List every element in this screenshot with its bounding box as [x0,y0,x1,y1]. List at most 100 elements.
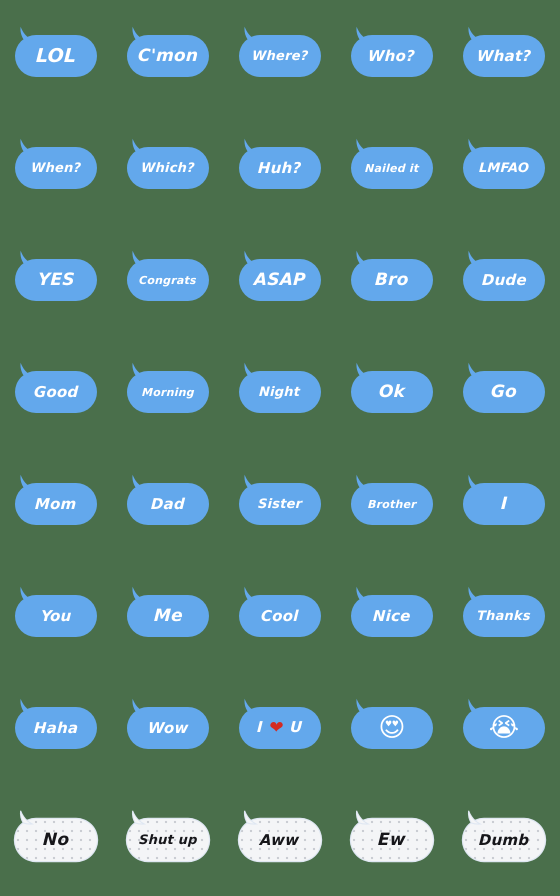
speech-bubble-dude[interactable]: Dude [463,250,545,301]
sticker-cell-aww[interactable]: Aww [224,784,336,896]
speech-bubble-lmfao[interactable]: LMFAO [463,138,545,189]
speech-bubble-ok[interactable]: Ok [351,362,433,413]
speech-bubble-dumb[interactable]: Dumb [463,810,545,861]
speech-bubble-congrats[interactable]: Congrats [127,250,209,301]
speech-bubble-huh[interactable]: Huh? [239,138,321,189]
sticker-cell-me[interactable]: Me [112,560,224,672]
sticker-cell-who[interactable]: Who? [336,0,448,112]
speech-bubble-tail-icon [243,362,259,380]
sticker-cell-ok[interactable]: Ok [336,336,448,448]
speech-bubble-tail-icon [467,698,483,716]
speech-bubble-brother[interactable]: Brother [351,474,433,525]
sticker-cell-loudly-crying-emoji[interactable]: 😭 [448,672,560,784]
speech-bubble-wow[interactable]: Wow [127,698,209,749]
sticker-cell-heart-eyes-emoji[interactable]: 😍 [336,672,448,784]
sticker-cell-i[interactable]: I [448,448,560,560]
speech-bubble-tail-icon [467,474,483,492]
sticker-cell-i-love-u[interactable]: I ❤ U [224,672,336,784]
sticker-label-ew: Ew [377,829,407,850]
sticker-cell-huh[interactable]: Huh? [224,112,336,224]
speech-bubble-lol[interactable]: LOL [15,26,97,77]
sticker-label-congrats: Congrats [138,273,198,287]
sticker-cell-night[interactable]: Night [224,336,336,448]
sticker-cell-asap[interactable]: ASAP [224,224,336,336]
speech-bubble-cool[interactable]: Cool [239,586,321,637]
sticker-cell-lmfao[interactable]: LMFAO [448,112,560,224]
sticker-cell-dad[interactable]: Dad [112,448,224,560]
speech-bubble-shut-up[interactable]: Shut up [127,810,209,861]
sticker-cell-no[interactable]: No [0,784,112,896]
speech-bubble-heart-eyes-emoji[interactable]: 😍 [351,698,433,749]
sticker-label-lol: LOL [35,44,77,67]
speech-bubble-no[interactable]: No [15,810,97,861]
sticker-label-you: You [40,606,72,625]
sticker-cell-yes[interactable]: YES [0,224,112,336]
sticker-cell-bro[interactable]: Bro [336,224,448,336]
speech-bubble-what[interactable]: What? [463,26,545,77]
speech-bubble-i[interactable]: I [463,474,545,525]
sticker-cell-brother[interactable]: Brother [336,448,448,560]
sticker-cell-ew[interactable]: Ew [336,784,448,896]
sticker-cell-you[interactable]: You [0,560,112,672]
sticker-cell-when[interactable]: When? [0,112,112,224]
speech-bubble-cmon[interactable]: C'mon [127,26,209,77]
sticker-cell-dude[interactable]: Dude [448,224,560,336]
speech-bubble-tail-icon [131,698,147,716]
speech-bubble-when[interactable]: When? [15,138,97,189]
speech-bubble-bro[interactable]: Bro [351,250,433,301]
speech-bubble-dad[interactable]: Dad [127,474,209,525]
speech-bubble-nice[interactable]: Nice [351,586,433,637]
speech-bubble-which[interactable]: Which? [127,138,209,189]
speech-bubble-mom[interactable]: Mom [15,474,97,525]
sticker-cell-haha[interactable]: Haha [0,672,112,784]
sticker-cell-go[interactable]: Go [448,336,560,448]
speech-bubble-me[interactable]: Me [127,586,209,637]
speech-bubble-loudly-crying-emoji[interactable]: 😭 [463,698,545,749]
sticker-cell-nice[interactable]: Nice [336,560,448,672]
sticker-cell-which[interactable]: Which? [112,112,224,224]
speech-bubble-haha[interactable]: Haha [15,698,97,749]
speech-bubble-you[interactable]: You [15,586,97,637]
speech-bubble-aww[interactable]: Aww [239,810,321,861]
sticker-cell-nailed-it[interactable]: Nailed it [336,112,448,224]
sticker-cell-cool[interactable]: Cool [224,560,336,672]
sticker-cell-dumb[interactable]: Dumb [448,784,560,896]
speech-bubble-ew[interactable]: Ew [351,810,433,861]
sticker-cell-cmon[interactable]: C'mon [112,0,224,112]
sticker-label-haha: Haha [33,718,79,737]
speech-bubble-morning[interactable]: Morning [127,362,209,413]
sticker-cell-where[interactable]: Where? [224,0,336,112]
sticker-cell-congrats[interactable]: Congrats [112,224,224,336]
sticker-cell-lol[interactable]: LOL [0,0,112,112]
sticker-label-bro: Bro [374,269,410,290]
speech-bubble-where[interactable]: Where? [239,26,321,77]
sticker-cell-mom[interactable]: Mom [0,448,112,560]
sticker-label-aww: Aww [259,830,301,849]
speech-bubble-tail-icon [467,362,483,380]
sticker-cell-shut-up[interactable]: Shut up [112,784,224,896]
speech-bubble-night[interactable]: Night [239,362,321,413]
speech-bubble-tail-icon [243,698,259,716]
speech-bubble-good[interactable]: Good [15,362,97,413]
sticker-label-asap: ASAP [253,269,307,290]
sticker-cell-good[interactable]: Good [0,336,112,448]
speech-bubble-tail-icon [19,26,35,44]
speech-bubble-tail-icon [243,250,259,268]
speech-bubble-nailed-it[interactable]: Nailed it [351,138,433,189]
speech-bubble-thanks[interactable]: Thanks [463,586,545,637]
sticker-cell-sister[interactable]: Sister [224,448,336,560]
speech-bubble-tail-icon [19,586,35,604]
speech-bubble-go[interactable]: Go [463,362,545,413]
sticker-cell-what[interactable]: What? [448,0,560,112]
sticker-cell-morning[interactable]: Morning [112,336,224,448]
speech-bubble-sister[interactable]: Sister [239,474,321,525]
speech-bubble-tail-icon [355,250,371,268]
speech-bubble-who[interactable]: Who? [351,26,433,77]
speech-bubble-i-love-u[interactable]: I ❤ U [239,698,321,749]
speech-bubble-asap[interactable]: ASAP [239,250,321,301]
speech-bubble-tail-icon [355,698,371,716]
speech-bubble-tail-icon [355,26,371,44]
sticker-cell-wow[interactable]: Wow [112,672,224,784]
speech-bubble-yes[interactable]: YES [15,250,97,301]
sticker-cell-thanks[interactable]: Thanks [448,560,560,672]
